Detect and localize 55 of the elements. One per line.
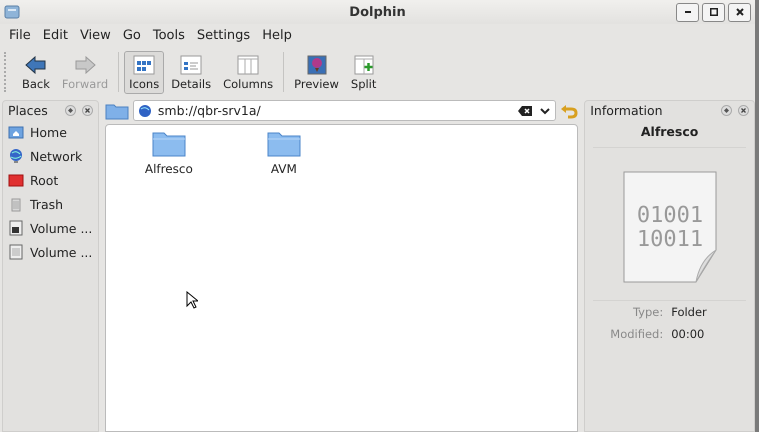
toolbar-button[interactable]: Details (166, 50, 216, 94)
detail-list-icon (179, 54, 204, 76)
panel-title: Information (590, 103, 664, 118)
item-name: Alfresco (640, 123, 700, 141)
menu-item[interactable]: Edit (36, 28, 74, 42)
place-item[interactable]: Trash (3, 192, 98, 216)
float-icon[interactable] (64, 105, 76, 116)
maximize-button[interactable] (702, 2, 725, 22)
place-item[interactable]: Network (3, 144, 98, 168)
close-icon[interactable] (82, 105, 93, 116)
field-label: Type: (632, 305, 664, 319)
folder-item[interactable]: Alfresco (138, 129, 199, 176)
toolbar-button[interactable]: Split (346, 50, 382, 94)
app-icon (4, 4, 20, 20)
clear-icon[interactable] (517, 104, 534, 116)
close-button[interactable] (728, 2, 751, 22)
place-item[interactable]: Volume ... (3, 240, 98, 264)
maximize-icon (710, 8, 718, 16)
toolbar-button[interactable]: Back (17, 50, 55, 94)
close-icon[interactable] (738, 105, 749, 116)
columns-icon (236, 54, 260, 76)
split-view-icon (352, 54, 376, 76)
mouse-cursor-icon (186, 291, 198, 309)
balloon-picture-icon (304, 54, 328, 76)
field-value: 00:00 (671, 327, 704, 341)
close-icon (736, 8, 744, 16)
place-item[interactable]: Volume ... (3, 216, 98, 240)
globe-icon (138, 104, 152, 118)
menu-item[interactable]: Settings (190, 28, 256, 42)
globe-icon (8, 148, 24, 164)
panel-title: Places (8, 103, 49, 118)
menu-item[interactable]: View (74, 28, 117, 42)
home-folder-icon (8, 124, 24, 140)
drive-icon (8, 244, 24, 260)
minimize-icon (684, 11, 690, 13)
menu-item[interactable]: Help (256, 28, 298, 42)
menu-item[interactable]: File (3, 28, 37, 42)
drive-icon (8, 220, 24, 236)
forward-arrow-icon (73, 54, 98, 76)
menu-item[interactable]: Go (116, 28, 147, 42)
toolbar-button[interactable]: Columns (218, 50, 278, 94)
field-value: Folder (671, 305, 707, 319)
place-item[interactable]: Root (3, 168, 98, 192)
float-icon[interactable] (721, 105, 732, 116)
field-label: Modified: (609, 327, 664, 341)
icon-grid-icon (132, 54, 156, 76)
location-field[interactable]: smb://qbr-srv1a/ (132, 100, 556, 121)
toolbar-button[interactable]: Icons (124, 50, 164, 94)
minimize-button[interactable] (676, 2, 699, 22)
back-arrow-icon (24, 54, 48, 76)
window-title: Dolphin (349, 4, 406, 20)
menu-item[interactable]: Tools (146, 28, 191, 42)
toolbar-button[interactable]: Preview (289, 50, 344, 94)
folder-item[interactable]: AVM (254, 129, 314, 176)
place-item[interactable]: Home (3, 120, 98, 144)
